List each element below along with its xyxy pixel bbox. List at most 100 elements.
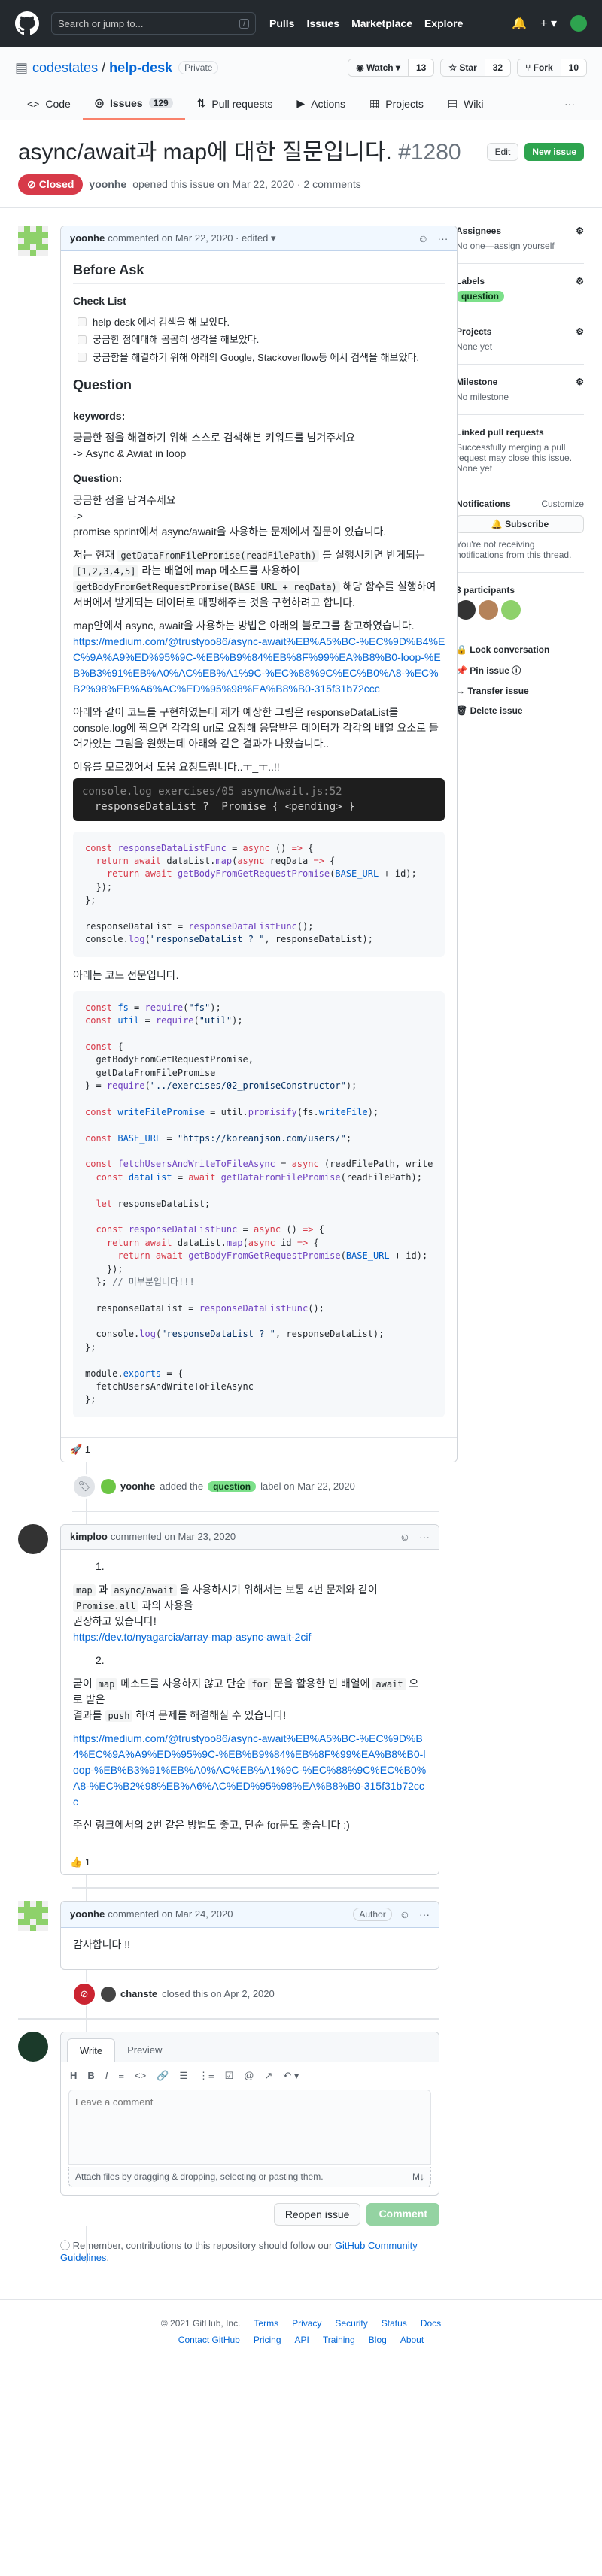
avatar[interactable] bbox=[18, 2031, 48, 2062]
mention-icon[interactable]: @ bbox=[244, 2070, 254, 2082]
footer-link-pricing[interactable]: Pricing bbox=[254, 2335, 281, 2345]
tab-projects[interactable]: ▦ Projects bbox=[357, 90, 436, 120]
link-icon[interactable]: 🔗 bbox=[157, 2070, 169, 2082]
footer-link-status[interactable]: Status bbox=[382, 2318, 407, 2329]
more-tabs-button[interactable]: ··· bbox=[552, 90, 587, 120]
tab-pull-requests[interactable]: ⇅ Pull requests bbox=[185, 90, 285, 120]
comment-meta[interactable]: commented on Mar 24, 2020 bbox=[108, 1908, 233, 1920]
avatar[interactable] bbox=[479, 599, 498, 620]
attach-files-area[interactable]: Attach files by dragging & dropping, sel… bbox=[68, 2166, 431, 2187]
footer-link-api[interactable]: API bbox=[295, 2335, 309, 2345]
repo-owner-link[interactable]: codestates bbox=[32, 60, 98, 76]
lock-conversation-link[interactable]: 🔒 Lock conversation bbox=[456, 644, 584, 655]
footer-link-contact[interactable]: Contact GitHub bbox=[178, 2335, 240, 2345]
tab-code[interactable]: <> Code bbox=[15, 90, 83, 120]
fork-count[interactable]: 10 bbox=[561, 59, 586, 76]
avatar[interactable] bbox=[18, 1523, 48, 1554]
tab-preview[interactable]: Preview bbox=[115, 2038, 174, 2062]
footer-link-training[interactable]: Training bbox=[323, 2335, 355, 2345]
star-button[interactable]: ☆ Star 32 bbox=[440, 59, 512, 77]
avatar[interactable] bbox=[18, 225, 48, 256]
reply-icon[interactable]: ↶ ▾ bbox=[283, 2070, 299, 2082]
reopen-issue-button[interactable]: Reopen issue bbox=[273, 2202, 361, 2226]
assignees-value[interactable]: No one—assign yourself bbox=[456, 241, 584, 251]
issue-author-link[interactable]: yoonhe bbox=[89, 178, 126, 190]
dev-to-link[interactable]: https://dev.to/nyagarcia/array-map-async… bbox=[73, 1631, 311, 1643]
search-input[interactable]: Search or jump to... / bbox=[51, 12, 256, 35]
smiley-icon[interactable]: ☺ bbox=[400, 1531, 410, 1543]
gear-icon[interactable]: ⚙ bbox=[576, 377, 584, 387]
label-badge[interactable]: question bbox=[456, 290, 504, 302]
rocket-reaction[interactable]: 🚀 1 bbox=[70, 1444, 90, 1456]
comment-author[interactable]: yoonhe bbox=[70, 232, 105, 244]
thumbs-up-reaction[interactable]: 👍 1 bbox=[70, 1856, 90, 1868]
smiley-icon[interactable]: ☺ bbox=[418, 232, 428, 244]
tab-issues[interactable]: ◎ Issues 129 bbox=[82, 90, 185, 120]
smiley-icon[interactable]: ☺ bbox=[400, 1908, 410, 1920]
comment-textarea[interactable] bbox=[68, 2089, 431, 2165]
kebab-icon[interactable]: ··· bbox=[419, 1531, 430, 1543]
reference-icon[interactable]: ↗ bbox=[264, 2070, 272, 2082]
tab-write[interactable]: Write bbox=[67, 2038, 116, 2062]
pin-issue-link[interactable]: 📌 Pin issue ⓘ bbox=[456, 664, 584, 677]
fork-label[interactable]: ⑂ Fork bbox=[518, 59, 561, 76]
plus-dropdown-icon[interactable]: + ▾ bbox=[540, 16, 557, 31]
watch-button[interactable]: ◉ Watch ▾ 13 bbox=[348, 59, 435, 77]
user-avatar[interactable] bbox=[570, 15, 587, 32]
gear-icon[interactable]: ⚙ bbox=[576, 276, 584, 286]
footer-link-docs[interactable]: Docs bbox=[421, 2318, 441, 2329]
fork-button[interactable]: ⑂ Fork 10 bbox=[517, 59, 587, 77]
repo-name-link[interactable]: help-desk bbox=[109, 60, 172, 76]
nav-explore[interactable]: Explore bbox=[424, 17, 463, 29]
numbered-list-icon[interactable]: ⋮≡ bbox=[199, 2070, 214, 2082]
star-label[interactable]: ☆ Star bbox=[441, 59, 485, 76]
nav-issues[interactable]: Issues bbox=[306, 17, 339, 29]
bold-icon[interactable]: B bbox=[87, 2070, 94, 2082]
bell-icon[interactable]: 🔔 bbox=[512, 16, 527, 31]
gear-icon[interactable]: ⚙ bbox=[576, 326, 584, 337]
event-actor[interactable]: yoonhe bbox=[120, 1480, 155, 1492]
footer-link-security[interactable]: Security bbox=[335, 2318, 367, 2329]
footer-link-blog[interactable]: Blog bbox=[369, 2335, 387, 2345]
watch-label[interactable]: ◉ Watch ▾ bbox=[348, 59, 409, 76]
nav-marketplace[interactable]: Marketplace bbox=[351, 17, 412, 29]
new-issue-button[interactable]: New issue bbox=[524, 143, 584, 161]
tab-actions[interactable]: ▶ Actions bbox=[284, 90, 357, 120]
avatar[interactable] bbox=[101, 1986, 116, 2002]
delete-issue-link[interactable]: 🗑 Delete issue bbox=[456, 705, 584, 716]
comment-meta[interactable]: commented on Mar 23, 2020 bbox=[111, 1531, 236, 1542]
footer-link-terms[interactable]: Terms bbox=[254, 2318, 278, 2329]
blog-link[interactable]: https://medium.com/@trustyoo86/async-awa… bbox=[73, 635, 445, 695]
nav-pulls[interactable]: Pulls bbox=[269, 17, 294, 29]
footer-link-about[interactable]: About bbox=[400, 2335, 424, 2345]
code-icon[interactable]: <> bbox=[135, 2070, 146, 2082]
customize-link[interactable]: Customize bbox=[541, 499, 584, 509]
italic-icon[interactable]: I bbox=[105, 2070, 108, 2082]
star-count[interactable]: 32 bbox=[485, 59, 511, 76]
transfer-issue-link[interactable]: → Transfer issue bbox=[456, 686, 584, 696]
event-actor[interactable]: chanste bbox=[120, 1988, 157, 1999]
bulleted-list-icon[interactable]: ☰ bbox=[179, 2070, 188, 2082]
kebab-icon[interactable]: ··· bbox=[437, 232, 448, 244]
avatar[interactable] bbox=[18, 1900, 48, 1931]
comment-meta[interactable]: commented on Mar 22, 2020 · edited ▾ bbox=[108, 232, 275, 244]
tab-wiki[interactable]: ▤ Wiki bbox=[436, 90, 496, 120]
label-badge[interactable]: question bbox=[208, 1480, 257, 1492]
task-list-icon[interactable]: ☑ bbox=[225, 2070, 234, 2082]
avatar[interactable] bbox=[501, 599, 521, 620]
heading-icon[interactable]: H bbox=[70, 2070, 77, 2082]
avatar[interactable] bbox=[456, 599, 476, 620]
gear-icon[interactable]: ⚙ bbox=[576, 226, 584, 236]
comment-author[interactable]: yoonhe bbox=[70, 1908, 105, 1920]
quote-icon[interactable]: ≡ bbox=[118, 2070, 124, 2082]
avatar[interactable] bbox=[101, 1478, 116, 1494]
blog-link[interactable]: https://medium.com/@trustyoo86/async-awa… bbox=[73, 1732, 426, 1808]
watch-count[interactable]: 13 bbox=[408, 59, 434, 76]
comment-button[interactable]: Comment bbox=[366, 2202, 439, 2226]
github-logo-icon[interactable] bbox=[15, 11, 39, 35]
kebab-icon[interactable]: ··· bbox=[419, 1908, 430, 1920]
subscribe-button[interactable]: 🔔 Subscribe bbox=[456, 514, 584, 533]
edit-title-button[interactable]: Edit bbox=[486, 143, 519, 161]
comment-author[interactable]: kimploo bbox=[70, 1531, 108, 1542]
footer-link-privacy[interactable]: Privacy bbox=[292, 2318, 321, 2329]
